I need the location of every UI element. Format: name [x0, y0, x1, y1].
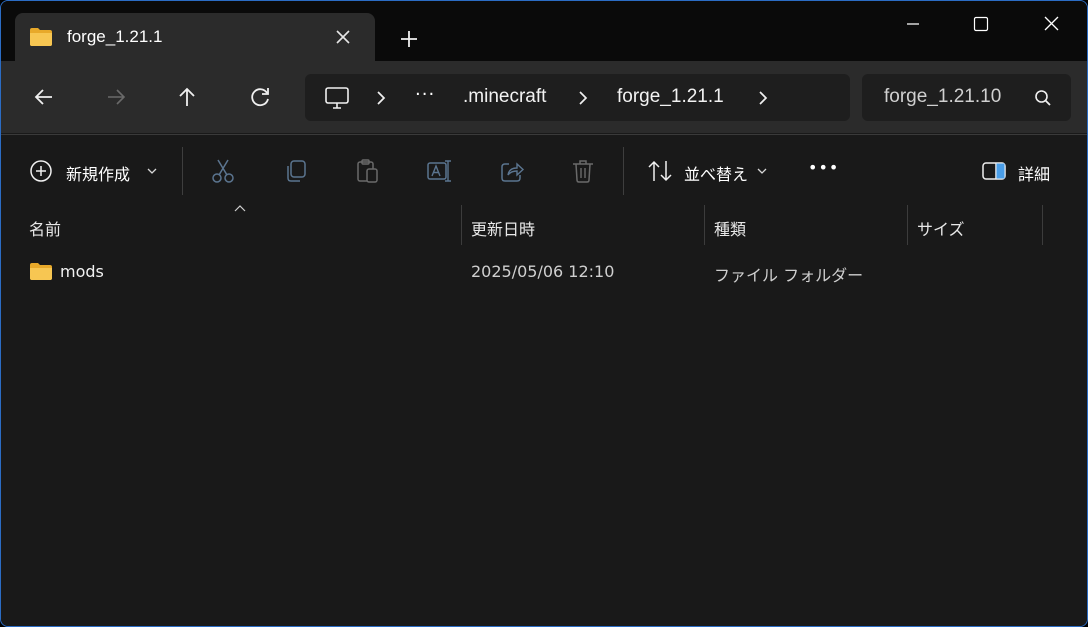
add-circle-icon — [30, 160, 52, 182]
chevron-right-icon[interactable] — [373, 89, 389, 107]
column-header-modified[interactable]: 更新日時 — [463, 205, 703, 247]
new-button[interactable]: 新規作成 — [29, 158, 161, 184]
minimize-icon[interactable] — [891, 9, 935, 39]
back-arrow-icon[interactable] — [30, 83, 58, 111]
tab-title: forge_1.21.1 — [67, 27, 163, 46]
chevron-right-icon[interactable] — [575, 89, 591, 107]
column-divider[interactable] — [461, 205, 462, 245]
chevron-down-icon — [147, 168, 157, 174]
folder-icon — [30, 263, 52, 280]
tab-forge[interactable]: forge_1.21.1 — [15, 13, 375, 61]
column-divider[interactable] — [907, 205, 908, 245]
sort-icon — [648, 160, 672, 182]
copy-icon[interactable] — [282, 157, 310, 185]
search-input[interactable]: forge_1.21.10 — [862, 74, 1071, 121]
column-header-type[interactable]: 種類 — [706, 205, 906, 247]
address-bar[interactable]: ··· .minecraft forge_1.21.1 — [305, 74, 850, 121]
share-icon[interactable] — [498, 157, 526, 185]
search-icon[interactable] — [1033, 88, 1053, 108]
plus-icon[interactable] — [395, 25, 423, 53]
this-pc-icon[interactable] — [323, 85, 351, 111]
file-modified: 2025/05/06 12:10 — [471, 262, 615, 281]
more-options-button[interactable]: ••• — [808, 158, 839, 177]
breadcrumb-overflow[interactable]: ··· — [415, 84, 435, 105]
title-bar: forge_1.21.1 — [1, 1, 1087, 61]
sort-button[interactable]: 並べ替え — [647, 158, 771, 184]
details-button-label: 詳細 — [1018, 165, 1051, 184]
close-tab-icon[interactable] — [331, 25, 355, 49]
file-list: 名前 更新日時 種類 サイズ mods 2025/05/06 12:10 ファイ… — [1, 205, 1087, 626]
list-item[interactable]: mods 2025/05/06 12:10 ファイル フォルダー — [9, 253, 1049, 289]
paste-icon[interactable] — [353, 157, 381, 185]
breadcrumb-forge[interactable]: forge_1.21.1 — [617, 86, 724, 108]
navigation-bar: ··· .minecraft forge_1.21.1 forge_1.21.1… — [1, 61, 1087, 133]
details-pane-icon — [982, 162, 1006, 180]
new-button-label: 新規作成 — [66, 165, 131, 184]
file-explorer-window: forge_1.21.1 ··· .minecraft forge_1.21.1… — [0, 0, 1088, 627]
sort-button-label: 並べ替え — [684, 165, 749, 184]
command-bar: 新規作成 並べ替え ••• 詳細 — [1, 134, 1087, 206]
up-arrow-icon[interactable] — [173, 83, 201, 111]
file-type: ファイル フォルダー — [714, 266, 864, 285]
column-header-size[interactable]: サイズ — [909, 205, 1041, 247]
column-divider[interactable] — [704, 205, 705, 245]
close-icon[interactable] — [1029, 9, 1073, 39]
chevron-right-icon[interactable] — [755, 89, 771, 107]
breadcrumb-minecraft[interactable]: .minecraft — [463, 86, 546, 108]
rename-icon[interactable] — [425, 157, 453, 185]
divider — [182, 147, 183, 195]
maximize-icon[interactable] — [959, 9, 1003, 39]
column-header-name-label: 名前 — [29, 220, 62, 239]
column-divider[interactable] — [1042, 205, 1043, 245]
forward-arrow-icon[interactable] — [102, 83, 130, 111]
delete-icon[interactable] — [569, 157, 597, 185]
column-header-modified-label: 更新日時 — [471, 220, 536, 239]
folder-icon — [30, 28, 52, 46]
column-header-size-label: サイズ — [917, 220, 965, 239]
details-button[interactable]: 詳細 — [981, 158, 1061, 184]
cut-icon[interactable] — [209, 157, 237, 185]
column-header-type-label: 種類 — [714, 220, 747, 239]
column-header-name[interactable]: 名前 — [21, 205, 461, 247]
chevron-down-icon — [757, 168, 767, 174]
search-text[interactable]: forge_1.21.10 — [884, 86, 1006, 108]
file-name[interactable]: mods — [60, 262, 104, 281]
refresh-icon[interactable] — [246, 83, 274, 111]
divider — [623, 147, 624, 195]
